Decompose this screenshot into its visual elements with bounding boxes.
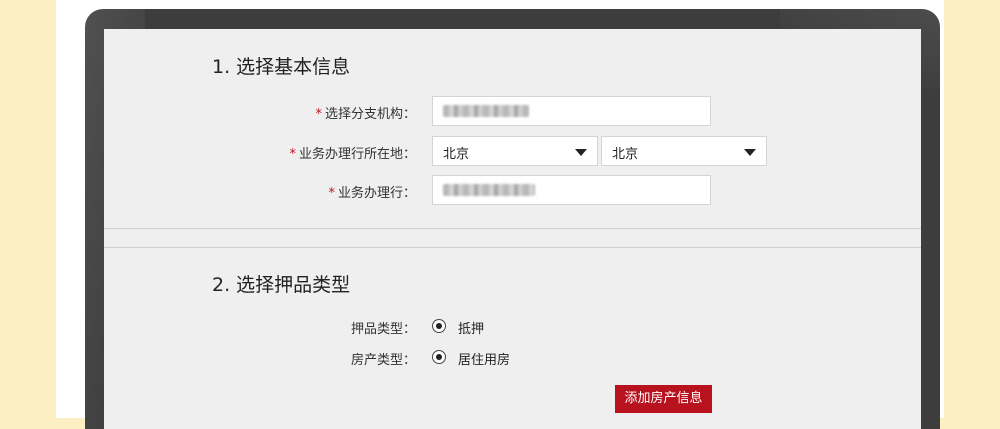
collateral-type-radio[interactable] <box>432 319 446 333</box>
section2-title: 2. 选择押品类型 <box>212 274 351 296</box>
province-select[interactable]: 北京 <box>432 136 598 166</box>
required-marker: * <box>328 186 335 201</box>
bank-label: * 业务办理行： <box>328 182 416 201</box>
section-divider <box>104 247 921 248</box>
redacted-value <box>443 184 535 196</box>
province-value: 北京 <box>443 147 470 162</box>
branch-label-text: 选择分支机构： <box>324 107 416 122</box>
branch-label: * 选择分支机构： <box>315 103 416 122</box>
city-select[interactable]: 北京 <box>601 136 767 166</box>
radio-selected-icon <box>436 354 442 360</box>
property-type-radio[interactable] <box>432 350 446 364</box>
branch-input[interactable] <box>432 96 711 126</box>
collateral-type-label: 押品类型： <box>350 322 416 337</box>
form-screen <box>104 29 921 429</box>
section-divider <box>104 228 921 229</box>
add-property-button[interactable]: 添加房产信息 <box>615 385 712 413</box>
city-value: 北京 <box>612 147 639 162</box>
radio-selected-icon <box>436 323 442 329</box>
property-type-label: 房产类型： <box>350 353 416 368</box>
section1-title: 1. 选择基本信息 <box>212 56 351 78</box>
dropdown-caret-icon <box>575 149 587 156</box>
redacted-value <box>443 105 529 117</box>
location-label: * 业务办理行所在地： <box>289 143 416 162</box>
collateral-type-option[interactable]: 抵押 <box>458 318 484 337</box>
location-label-text: 业务办理行所在地： <box>298 147 416 162</box>
bank-input[interactable] <box>432 175 711 205</box>
required-marker: * <box>315 107 322 122</box>
dropdown-caret-icon <box>744 149 756 156</box>
bank-label-text: 业务办理行： <box>337 186 416 201</box>
property-type-option[interactable]: 居住用房 <box>458 349 510 368</box>
required-marker: * <box>289 147 296 162</box>
